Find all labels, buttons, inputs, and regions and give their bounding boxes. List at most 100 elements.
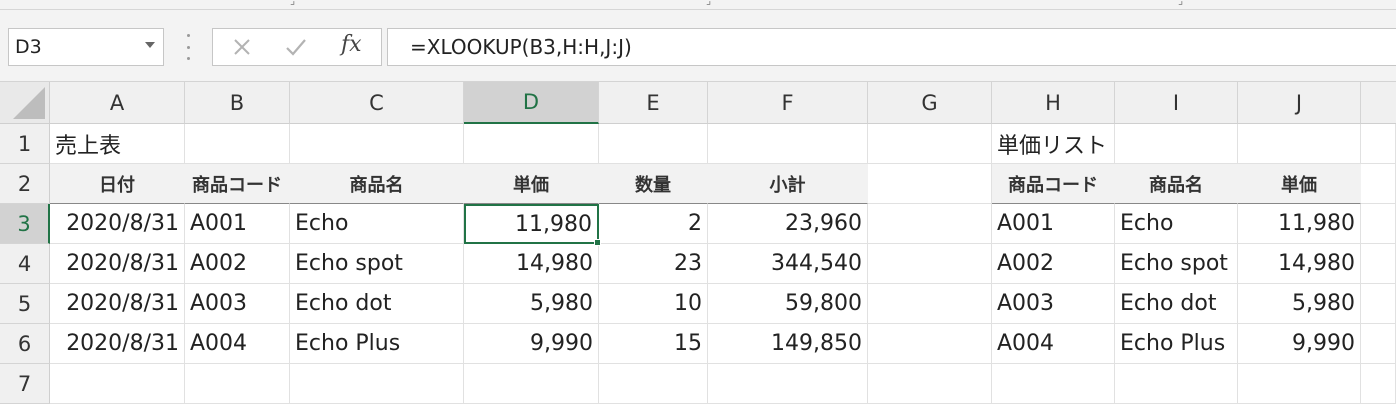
cell-i5[interactable]: Echo dot xyxy=(1115,284,1238,324)
cell-k1[interactable] xyxy=(1361,124,1396,164)
cell-c3[interactable]: Echo xyxy=(290,204,464,244)
select-all-button[interactable] xyxy=(0,82,50,124)
price-list-title[interactable]: 単価リスト xyxy=(992,124,1115,164)
cell-e5[interactable]: 10 xyxy=(599,284,708,324)
formula-input[interactable]: =XLOOKUP(B3,H:H,J:J) xyxy=(387,28,1396,66)
row-header-6[interactable]: 6 xyxy=(0,324,50,364)
dialog-launcher-icon[interactable]: ⌟ xyxy=(290,0,295,7)
column-header-a[interactable]: A xyxy=(50,82,185,124)
row-header-4[interactable]: 4 xyxy=(0,244,50,284)
cancel-icon[interactable] xyxy=(227,31,257,63)
cell-h4[interactable]: A002 xyxy=(992,244,1115,284)
column-header-i[interactable]: I xyxy=(1115,82,1238,124)
column-header-j[interactable]: J xyxy=(1238,82,1361,124)
cell-j4[interactable]: 14,980 xyxy=(1238,244,1361,284)
cell-k7[interactable] xyxy=(1361,364,1396,404)
enter-icon[interactable] xyxy=(281,31,311,63)
column-header-e[interactable]: E xyxy=(599,82,708,124)
sales-header-d[interactable]: 単価 xyxy=(464,164,599,204)
name-box[interactable]: D3 xyxy=(8,28,164,66)
cell-f7[interactable] xyxy=(708,364,868,404)
cell-a4[interactable]: 2020/8/31 xyxy=(50,244,185,284)
sales-header-c[interactable]: 商品名 xyxy=(290,164,464,204)
cell-d1[interactable] xyxy=(464,124,599,164)
cell-a5[interactable]: 2020/8/31 xyxy=(50,284,185,324)
cell-i1[interactable] xyxy=(1115,124,1238,164)
column-header-c[interactable]: C xyxy=(290,82,464,124)
cell-f3[interactable]: 23,960 xyxy=(708,204,868,244)
chevron-down-icon[interactable] xyxy=(145,42,155,48)
cell-h5[interactable]: A003 xyxy=(992,284,1115,324)
cell-d5[interactable]: 5,980 xyxy=(464,284,599,324)
cell-c7[interactable] xyxy=(290,364,464,404)
cell-d7[interactable] xyxy=(464,364,599,404)
cell-f4[interactable]: 344,540 xyxy=(708,244,868,284)
cell-k4[interactable] xyxy=(1361,244,1396,284)
cell-f6[interactable]: 149,850 xyxy=(708,324,868,364)
cell-d6[interactable]: 9,990 xyxy=(464,324,599,364)
price-header-i[interactable]: 商品名 xyxy=(1115,164,1238,204)
cell-h3[interactable]: A001 xyxy=(992,204,1115,244)
price-header-h[interactable]: 商品コード xyxy=(992,164,1115,204)
cell-b7[interactable] xyxy=(185,364,290,404)
cell-g7[interactable] xyxy=(868,364,992,404)
cell-c6[interactable]: Echo Plus xyxy=(290,324,464,364)
column-header-k[interactable] xyxy=(1361,82,1396,124)
dialog-launcher-icon[interactable]: ⌟ xyxy=(706,0,711,7)
cell-c1[interactable] xyxy=(290,124,464,164)
cell-a6[interactable]: 2020/8/31 xyxy=(50,324,185,364)
column-header-h[interactable]: H xyxy=(992,82,1115,124)
cell-e1[interactable] xyxy=(599,124,708,164)
cell-g3[interactable] xyxy=(868,204,992,244)
cell-e4[interactable]: 23 xyxy=(599,244,708,284)
cell-a3[interactable]: 2020/8/31 xyxy=(50,204,185,244)
row-header-5[interactable]: 5 xyxy=(0,284,50,324)
row-header-3[interactable]: 3 xyxy=(0,204,50,244)
sales-header-f[interactable]: 小計 xyxy=(708,164,868,204)
row-header-2[interactable]: 2 xyxy=(0,164,50,204)
row-header-7[interactable]: 7 xyxy=(0,364,50,404)
cell-b1[interactable] xyxy=(185,124,290,164)
cell-d3[interactable]: 11,980 xyxy=(464,204,599,244)
cell-c4[interactable]: Echo spot xyxy=(290,244,464,284)
cell-g5[interactable] xyxy=(868,284,992,324)
column-header-f[interactable]: F xyxy=(708,82,868,124)
cell-g6[interactable] xyxy=(868,324,992,364)
sales-header-e[interactable]: 数量 xyxy=(599,164,708,204)
cell-g4[interactable] xyxy=(868,244,992,284)
price-header-j[interactable]: 単価 xyxy=(1238,164,1361,204)
cell-b5[interactable]: A003 xyxy=(185,284,290,324)
cell-j6[interactable]: 9,990 xyxy=(1238,324,1361,364)
cell-e6[interactable]: 15 xyxy=(599,324,708,364)
dialog-launcher-icon[interactable]: ⌟ xyxy=(1178,0,1183,7)
column-header-d[interactable]: D xyxy=(464,82,599,124)
cell-h7[interactable] xyxy=(992,364,1115,404)
cell-k2[interactable] xyxy=(1361,164,1396,204)
cell-h6[interactable]: A004 xyxy=(992,324,1115,364)
cell-k5[interactable] xyxy=(1361,284,1396,324)
cell-i4[interactable]: Echo spot xyxy=(1115,244,1238,284)
cell-e7[interactable] xyxy=(599,364,708,404)
cell-d4[interactable]: 14,980 xyxy=(464,244,599,284)
cell-b6[interactable]: A004 xyxy=(185,324,290,364)
cell-g1[interactable] xyxy=(868,124,992,164)
cell-j3[interactable]: 11,980 xyxy=(1238,204,1361,244)
cell-b3[interactable]: A001 xyxy=(185,204,290,244)
sales-table-title[interactable]: 売上表 xyxy=(50,124,185,164)
cell-i7[interactable] xyxy=(1115,364,1238,404)
row-header-1[interactable]: 1 xyxy=(0,124,50,164)
formula-bar-grip-icon[interactable] xyxy=(185,34,191,60)
cell-i6[interactable]: Echo Plus xyxy=(1115,324,1238,364)
column-header-b[interactable]: B xyxy=(185,82,290,124)
cell-k3[interactable] xyxy=(1361,204,1396,244)
cell-c5[interactable]: Echo dot xyxy=(290,284,464,324)
cell-j1[interactable] xyxy=(1238,124,1361,164)
sales-header-a[interactable]: 日付 xyxy=(50,164,185,204)
cell-f1[interactable] xyxy=(708,124,868,164)
cell-i3[interactable]: Echo xyxy=(1115,204,1238,244)
cell-a7[interactable] xyxy=(50,364,185,404)
cell-k6[interactable] xyxy=(1361,324,1396,364)
cell-e3[interactable]: 2 xyxy=(599,204,708,244)
cell-b4[interactable]: A002 xyxy=(185,244,290,284)
cell-j5[interactable]: 5,980 xyxy=(1238,284,1361,324)
